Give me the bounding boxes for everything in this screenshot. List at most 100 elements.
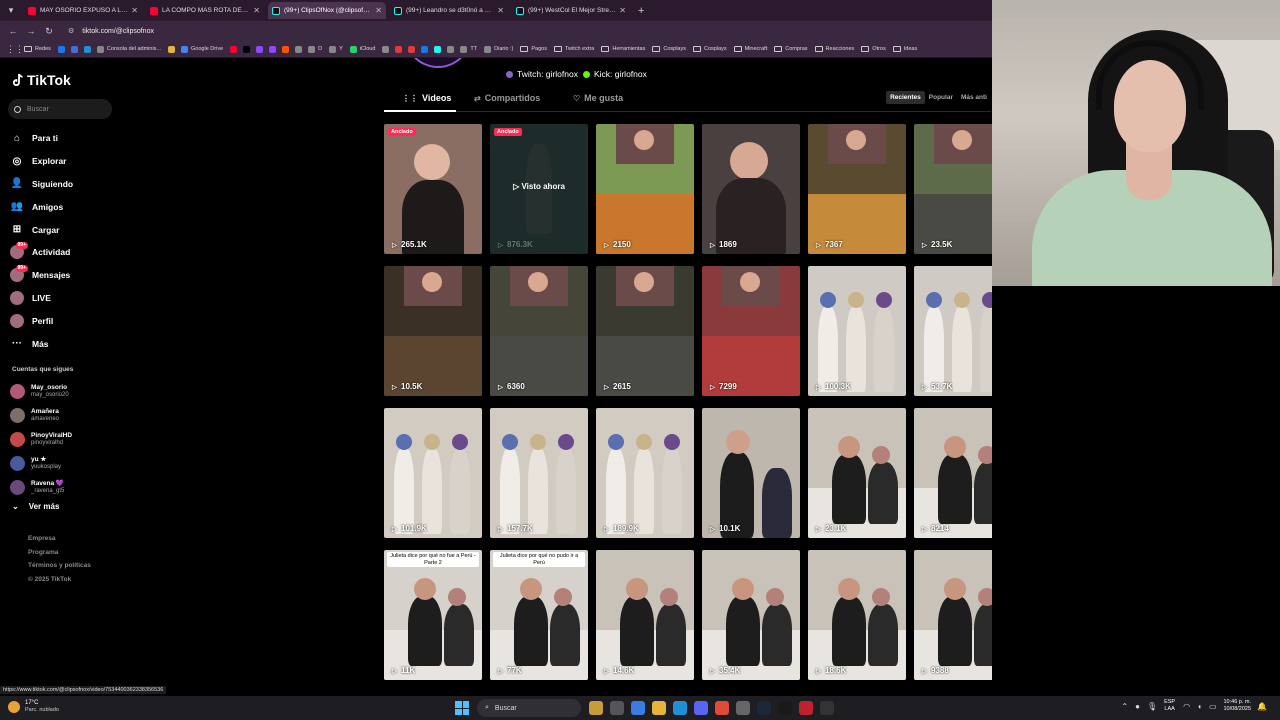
bookmark-item[interactable]: TT bbox=[460, 45, 477, 53]
sidebar-item-upload[interactable]: ⊞ Cargar bbox=[10, 218, 73, 241]
sidebar-item-live[interactable]: LIVE bbox=[10, 287, 73, 310]
bookmark-item[interactable]: Minecraft bbox=[733, 46, 767, 52]
bookmark-item[interactable] bbox=[230, 45, 240, 53]
taskbar-app-icon[interactable] bbox=[589, 701, 603, 715]
bookmark-item[interactable]: Redes bbox=[24, 46, 51, 52]
new-tab-icon[interactable]: + bbox=[638, 5, 644, 17]
bookmark-item[interactable] bbox=[434, 45, 444, 53]
video-card[interactable]: ▷ 35.4K bbox=[702, 550, 800, 680]
bookmark-item[interactable]: Cosplays bbox=[652, 46, 686, 52]
browser-tab[interactable]: LA COMPO MAS ROTA DEL M ✕ bbox=[146, 2, 264, 19]
sidebar-item-friends[interactable]: 👥 Amigos bbox=[10, 195, 73, 218]
windows-start-icon[interactable] bbox=[455, 701, 469, 715]
bookmark-item[interactable]: Diario :) bbox=[484, 45, 513, 53]
footer-link[interactable]: Empresa bbox=[28, 535, 91, 549]
bookmark-item[interactable] bbox=[282, 45, 292, 53]
close-tab-icon[interactable]: ✕ bbox=[375, 6, 382, 15]
tab-liked[interactable]: ♡ Me gusta bbox=[573, 93, 623, 103]
footer-link[interactable]: Términos y políticas bbox=[28, 562, 91, 576]
obs-icon[interactable] bbox=[778, 701, 792, 715]
file-explorer-icon[interactable] bbox=[652, 701, 666, 715]
sidebar-item-home[interactable]: ⌂ Para ti bbox=[10, 127, 73, 150]
edge-icon[interactable] bbox=[673, 701, 687, 715]
sort-oldest[interactable]: Más anti bbox=[957, 91, 991, 104]
video-card[interactable]: ▷ 23.1K bbox=[808, 408, 906, 538]
task-view-icon[interactable] bbox=[610, 701, 624, 715]
bookmark-item[interactable]: Herramientas bbox=[601, 46, 645, 52]
following-account[interactable]: yu ★ yuukosplay bbox=[10, 451, 72, 475]
bookmark-item[interactable] bbox=[269, 45, 279, 53]
video-card[interactable]: ▷ 10.1K bbox=[702, 408, 800, 538]
chevron-up-icon[interactable]: ⌃ bbox=[1121, 702, 1128, 711]
video-card[interactable]: ▷ 53.7K bbox=[914, 266, 992, 396]
notifications-icon[interactable]: 🔔 bbox=[1257, 702, 1267, 711]
search-input[interactable]: Buscar bbox=[8, 99, 112, 119]
tab-search-icon[interactable]: ▾ bbox=[4, 4, 18, 18]
app-red-icon[interactable] bbox=[799, 701, 813, 715]
steam-icon[interactable] bbox=[757, 701, 771, 715]
app-misc-icon[interactable] bbox=[820, 701, 834, 715]
sidebar-item-following[interactable]: 👤 Siguiendo bbox=[10, 173, 73, 196]
taskbar-search[interactable]: ⌕ Buscar bbox=[477, 699, 581, 717]
video-card[interactable]: ▷ 7299 bbox=[702, 266, 800, 396]
video-card[interactable]: Julieta dice por qué no pudo ir a Perú ▷ 7… bbox=[490, 550, 588, 680]
video-card[interactable]: ▷ 2150 bbox=[596, 124, 694, 254]
bookmark-item[interactable]: Otros bbox=[861, 46, 886, 52]
following-account[interactable]: Ravena 💜 _ravena_gt5 bbox=[10, 475, 72, 499]
video-card[interactable]: ▷ 101.9K bbox=[384, 408, 482, 538]
video-card[interactable]: ▷ 100.3K bbox=[808, 266, 906, 396]
bookmark-item[interactable]: Consola del adminis... bbox=[96, 45, 161, 53]
video-card[interactable]: ▷ 2615 bbox=[596, 266, 694, 396]
bookmark-item[interactable] bbox=[70, 45, 81, 53]
wifi-icon[interactable]: ◠ bbox=[1183, 702, 1190, 711]
sort-popular[interactable]: Popular bbox=[925, 91, 957, 104]
volume-icon[interactable]: ◖ bbox=[1197, 702, 1202, 711]
site-info-icon[interactable]: ⚙ bbox=[68, 27, 74, 35]
bookmark-item[interactable] bbox=[57, 45, 68, 53]
settings-icon[interactable] bbox=[736, 701, 750, 715]
bookmark-item[interactable] bbox=[408, 45, 418, 53]
reload-icon[interactable]: ↻ bbox=[42, 26, 56, 37]
close-tab-icon[interactable]: ✕ bbox=[497, 6, 504, 15]
bookmark-item[interactable] bbox=[83, 45, 94, 53]
bookmark-item[interactable] bbox=[295, 45, 305, 53]
input-language[interactable]: ESP LAA bbox=[1164, 699, 1175, 713]
video-card[interactable]: ▷ 1869 bbox=[702, 124, 800, 254]
video-card[interactable]: ▷ 157.7K bbox=[490, 408, 588, 538]
footer-link[interactable]: Programa bbox=[28, 549, 91, 563]
tab-shared[interactable]: ⇄ Compartidos bbox=[474, 93, 540, 103]
close-tab-icon[interactable]: ✕ bbox=[131, 6, 138, 15]
video-card[interactable]: ▷ 10.5K bbox=[384, 266, 482, 396]
video-card[interactable]: ▷ 9388 bbox=[914, 550, 992, 680]
weather-widget[interactable]: 17°C Parc. nublado bbox=[8, 699, 59, 714]
back-icon[interactable]: ← bbox=[6, 26, 20, 36]
bookmark-item[interactable] bbox=[395, 45, 405, 53]
clock[interactable]: 10:46 p. m. 10/08/2025 bbox=[1224, 699, 1252, 713]
bookmark-item[interactable] bbox=[168, 45, 178, 53]
video-card[interactable]: Julieta dice por qué no fue a Perú - Par… bbox=[384, 550, 482, 680]
bookmark-item[interactable]: Compras bbox=[774, 46, 808, 52]
bookmark-item[interactable]: Pagos bbox=[520, 46, 547, 52]
chrome-icon[interactable] bbox=[715, 701, 729, 715]
bookmark-item[interactable] bbox=[421, 45, 431, 53]
video-card[interactable]: ▷ 189.9K bbox=[596, 408, 694, 538]
browser-tab[interactable]: (99+) WestCol El Mejor Stream ✕ bbox=[512, 2, 630, 19]
bookmark-item[interactable]: iCloud bbox=[349, 45, 375, 53]
video-card[interactable]: ▷ 14.6K bbox=[596, 550, 694, 680]
browser-tab[interactable]: (99+) Leandro se d3t0nó a May ✕ bbox=[390, 2, 508, 19]
following-account[interactable]: May_osorio may_osorio20 bbox=[10, 379, 72, 403]
bookmark-item[interactable]: Reacciones bbox=[814, 46, 854, 52]
bookmark-item[interactable] bbox=[243, 45, 253, 53]
video-card[interactable]: Anclado ▷ 265.1K bbox=[384, 124, 482, 254]
sidebar-item-more[interactable]: ··· Más bbox=[10, 332, 73, 355]
browser-tab[interactable]: (99+) ClipsOfNox (@clipsofnox) ✕ bbox=[268, 2, 386, 19]
tiktok-logo[interactable]: TikTok bbox=[12, 72, 71, 88]
sidebar-item-activity[interactable]: 99+ Actividad bbox=[10, 241, 73, 264]
bookmark-item[interactable]: Twitch extra bbox=[554, 46, 594, 52]
address-bar[interactable]: ⚙ tiktok.com/@clipsofnox bbox=[60, 24, 992, 39]
tab-videos[interactable]: ⋮⋮ Videos bbox=[402, 93, 451, 103]
browser-tab[interactable]: MAY OSORIO EXPUSO A LEAN ✕ bbox=[24, 2, 142, 19]
bookmark-item[interactable] bbox=[382, 45, 392, 53]
microphone-icon[interactable]: 🎙 bbox=[1147, 702, 1157, 711]
bookmark-item[interactable]: Ideas bbox=[892, 46, 917, 52]
